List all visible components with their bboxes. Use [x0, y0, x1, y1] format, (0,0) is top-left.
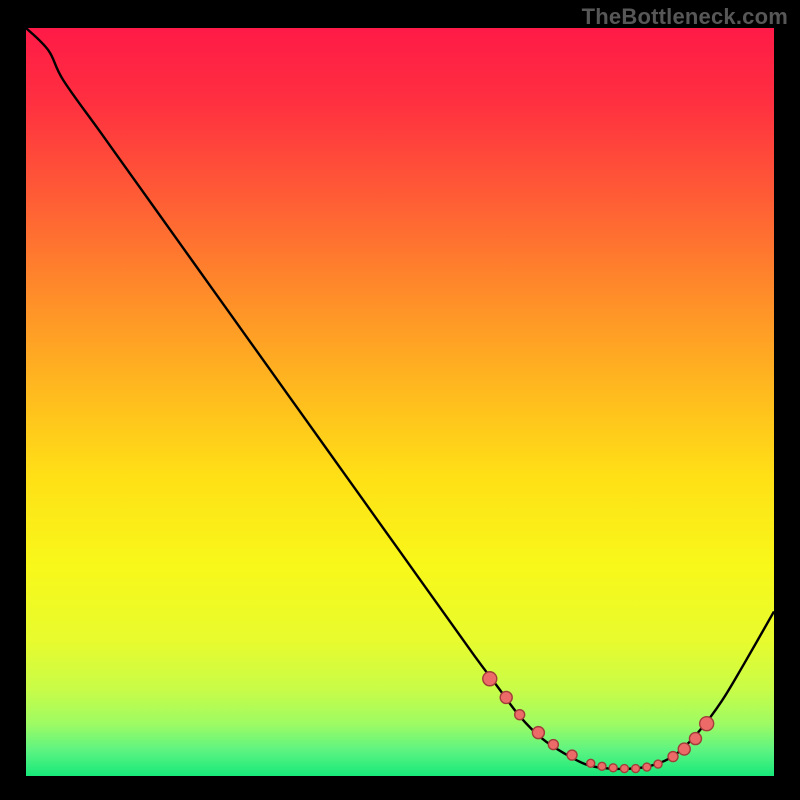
marker-point [567, 750, 577, 760]
marker-point [515, 710, 525, 720]
marker-point [598, 762, 606, 770]
marker-point [587, 759, 595, 767]
marker-point [620, 765, 628, 773]
marker-point [532, 727, 544, 739]
marker-point [632, 765, 640, 773]
marker-point [689, 733, 701, 745]
bottleneck-chart [26, 28, 774, 776]
watermark-text: TheBottleneck.com [582, 4, 788, 30]
marker-point [609, 764, 617, 772]
plot-area [26, 28, 774, 776]
marker-point [483, 672, 497, 686]
marker-point [548, 740, 558, 750]
marker-point [643, 763, 651, 771]
gradient-background [26, 28, 774, 776]
chart-frame: TheBottleneck.com [0, 0, 800, 800]
marker-point [700, 717, 714, 731]
marker-point [678, 743, 690, 755]
marker-point [500, 691, 512, 703]
marker-point [654, 760, 662, 768]
marker-point [668, 752, 678, 762]
